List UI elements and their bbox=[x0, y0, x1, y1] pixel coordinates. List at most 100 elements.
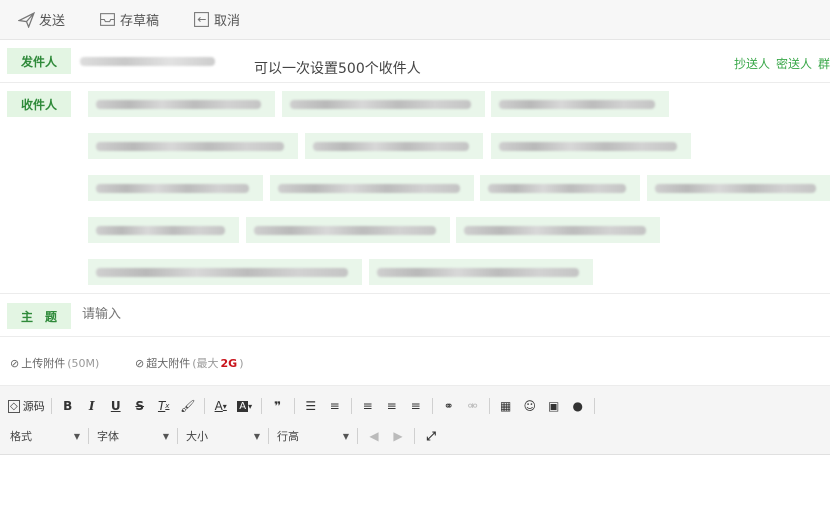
large-limit-suffix: ) bbox=[239, 356, 244, 370]
align-center-icon[interactable]: ≡ bbox=[382, 396, 402, 416]
compose-toolbar: 发送 存草稿 取消 bbox=[0, 0, 830, 40]
bcc-link[interactable]: 密送人 bbox=[776, 55, 812, 72]
image-icon[interactable]: ▣ bbox=[544, 396, 564, 416]
recipient-address bbox=[96, 100, 261, 109]
cancel-label: 取消 bbox=[214, 14, 241, 29]
recipient-address bbox=[655, 184, 816, 193]
emoji-icon[interactable]: ☺ bbox=[520, 396, 540, 416]
recipient-address bbox=[278, 184, 460, 193]
size-label: 大小 bbox=[186, 430, 208, 443]
chevron-down-icon: ▼ bbox=[73, 431, 80, 441]
recipient-chip[interactable] bbox=[282, 91, 485, 117]
format-select[interactable]: 格式 ▼ bbox=[6, 426, 84, 446]
unlink-icon[interactable]: ⚮ bbox=[463, 396, 483, 416]
undo-icon[interactable]: ◀ bbox=[364, 426, 384, 446]
clear-format-icon[interactable]: Tx bbox=[154, 396, 174, 416]
upload-limit: (50M) bbox=[67, 356, 100, 370]
italic-button[interactable]: I bbox=[82, 396, 102, 416]
recipient-chip[interactable] bbox=[491, 133, 691, 159]
cancel-button[interactable]: 取消 bbox=[193, 10, 240, 29]
exit-icon bbox=[194, 12, 209, 27]
size-select[interactable]: 大小 ▼ bbox=[182, 426, 264, 446]
recipient-address bbox=[290, 100, 471, 109]
source-icon: ◇ bbox=[8, 399, 20, 413]
recipient-hint: 可以一次设置500个收件人 bbox=[254, 61, 421, 77]
fullscreen-icon[interactable]: ⤢ bbox=[421, 426, 441, 446]
send-button[interactable]: 发送 bbox=[18, 10, 65, 29]
recipient-chip[interactable] bbox=[88, 91, 275, 117]
line-height-label: 行高 bbox=[277, 430, 299, 443]
upload-attachment-button[interactable]: ⊘ 上传附件 (50M) bbox=[10, 355, 99, 371]
recipient-chip[interactable] bbox=[88, 175, 263, 201]
recipient-address bbox=[488, 184, 626, 193]
subject-label: 主 题 bbox=[7, 303, 71, 329]
recipient-chip[interactable] bbox=[88, 259, 362, 285]
chevron-down-icon: ▼ bbox=[342, 431, 349, 441]
source-label: 源码 bbox=[22, 400, 45, 413]
blockquote-button[interactable]: ❞ bbox=[268, 396, 288, 416]
large-label: 超大附件 bbox=[146, 357, 191, 370]
save-draft-button[interactable]: 存草稿 bbox=[99, 10, 159, 29]
background-color-icon[interactable]: A ▾ bbox=[235, 396, 255, 416]
recipient-address bbox=[96, 184, 249, 193]
recipient-chip[interactable] bbox=[270, 175, 474, 201]
recipient-address bbox=[313, 142, 469, 151]
underline-button[interactable]: U bbox=[106, 396, 126, 416]
source-button[interactable]: ◇ 源码 bbox=[8, 396, 45, 416]
recipient-address bbox=[96, 226, 225, 235]
recipient-chip[interactable] bbox=[88, 217, 239, 243]
recipient-address bbox=[96, 142, 284, 151]
format-label: 格式 bbox=[10, 430, 32, 443]
paperclip-icon: ⊘ bbox=[135, 356, 145, 370]
editor-toolbar: ◇ 源码 B I U S Tx 🖌 A ▾ A ▾ ❞ ☰ ≡ ≡ ≡ ≡ ⚭ ⚮ ▦… bbox=[0, 385, 830, 455]
signature-icon[interactable]: ● bbox=[568, 396, 588, 416]
chevron-down-icon: ▼ bbox=[253, 431, 260, 441]
format-painter-icon[interactable]: 🖌 bbox=[178, 396, 198, 416]
table-icon[interactable]: ▦ bbox=[496, 396, 516, 416]
upload-label: 上传附件 bbox=[21, 357, 66, 370]
sender-address[interactable] bbox=[80, 57, 215, 66]
recipient-address bbox=[499, 142, 677, 151]
send-icon bbox=[18, 11, 35, 28]
align-left-icon[interactable]: ≡ bbox=[358, 396, 378, 416]
recipient-chip[interactable] bbox=[480, 175, 640, 201]
subject-input[interactable] bbox=[82, 307, 682, 322]
recipients-label: 收件人 bbox=[7, 91, 71, 117]
recipient-chip[interactable] bbox=[456, 217, 660, 243]
strikethrough-button[interactable]: S bbox=[130, 396, 150, 416]
sender-label: 发件人 bbox=[7, 48, 71, 74]
large-limit-prefix: (最大 bbox=[192, 357, 219, 370]
recipient-chip[interactable] bbox=[305, 133, 483, 159]
align-right-icon[interactable]: ≡ bbox=[406, 396, 426, 416]
send-label: 发送 bbox=[39, 14, 66, 29]
bullet-list-icon[interactable]: ☰ bbox=[301, 396, 321, 416]
font-label: 字体 bbox=[97, 430, 119, 443]
recipient-chip[interactable] bbox=[491, 91, 669, 117]
group-link[interactable]: 群 bbox=[818, 55, 830, 72]
recipient-address bbox=[377, 268, 579, 277]
chevron-down-icon: ▼ bbox=[162, 431, 169, 441]
large-limit-value: 2G bbox=[220, 356, 238, 370]
link-icon[interactable]: ⚭ bbox=[439, 396, 459, 416]
line-height-select[interactable]: 行高 ▼ bbox=[273, 426, 353, 446]
recipient-chip[interactable] bbox=[647, 175, 830, 201]
cc-link[interactable]: 抄送人 bbox=[734, 55, 770, 72]
font-select[interactable]: 字体 ▼ bbox=[93, 426, 173, 446]
bold-button[interactable]: B bbox=[58, 396, 78, 416]
numbered-list-icon[interactable]: ≡ bbox=[325, 396, 345, 416]
recipient-address bbox=[254, 226, 436, 235]
large-attachment-button[interactable]: ⊘ 超大附件 (最大 2G ) bbox=[135, 355, 244, 371]
recipient-chip[interactable] bbox=[88, 133, 298, 159]
paperclip-icon: ⊘ bbox=[10, 356, 20, 370]
recipient-address bbox=[499, 100, 655, 109]
recipient-chip[interactable] bbox=[246, 217, 450, 243]
editor-body[interactable] bbox=[0, 456, 830, 509]
subject-row: 主 题 bbox=[0, 295, 830, 337]
inbox-icon bbox=[100, 13, 115, 26]
recipient-address bbox=[96, 268, 348, 277]
recipient-address bbox=[464, 226, 646, 235]
recipient-chip[interactable] bbox=[369, 259, 593, 285]
redo-icon[interactable]: ▶ bbox=[388, 426, 408, 446]
sender-row: 发件人 可以一次设置500个收件人 抄送人 密送人 群 bbox=[0, 41, 830, 83]
font-color-icon[interactable]: A ▾ bbox=[211, 396, 231, 416]
